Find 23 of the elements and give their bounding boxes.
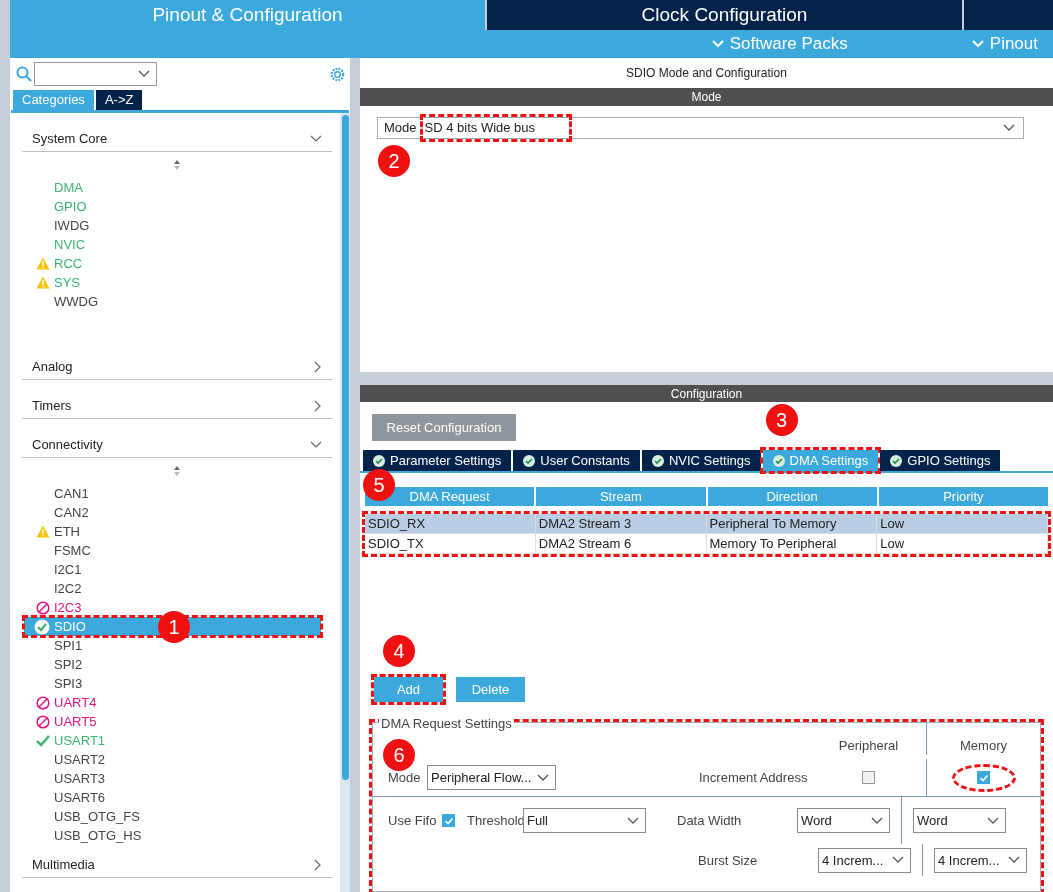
table-cell: Peripheral To Memory	[706, 514, 878, 533]
step-number-badge: 4	[383, 635, 415, 667]
step-number-badge: 1	[158, 611, 190, 643]
section-title-bar: Configuration	[360, 385, 1053, 402]
table-cell: DMA2 Stream 3	[535, 514, 707, 533]
table-cell: Low	[877, 514, 1048, 533]
column-label: Memory	[926, 719, 1040, 756]
section-title-bar: Mode	[360, 88, 1053, 106]
panel-title: SDIO Mode and Configuration	[625, 65, 788, 82]
table-cell: DMA2 Stream 6	[535, 534, 707, 553]
field-label: Increment Address	[699, 769, 809, 787]
table-cell: Low	[877, 534, 1048, 553]
step-number-badge: 2	[378, 145, 410, 177]
table-cell: SDIO_TX	[365, 534, 536, 553]
field-label: Burst Size	[698, 851, 759, 870]
field-label: Use Fifo	[387, 812, 438, 830]
field-label: Mode	[387, 769, 422, 787]
column-label: Peripheral	[837, 736, 900, 755]
step-number-badge: 6	[383, 739, 415, 772]
table-cell: Memory To Peripheral	[706, 534, 878, 553]
step-number-badge: 3	[765, 404, 798, 436]
field-label: Data Width	[677, 812, 743, 830]
table-cell: SDIO_RX	[365, 514, 536, 533]
